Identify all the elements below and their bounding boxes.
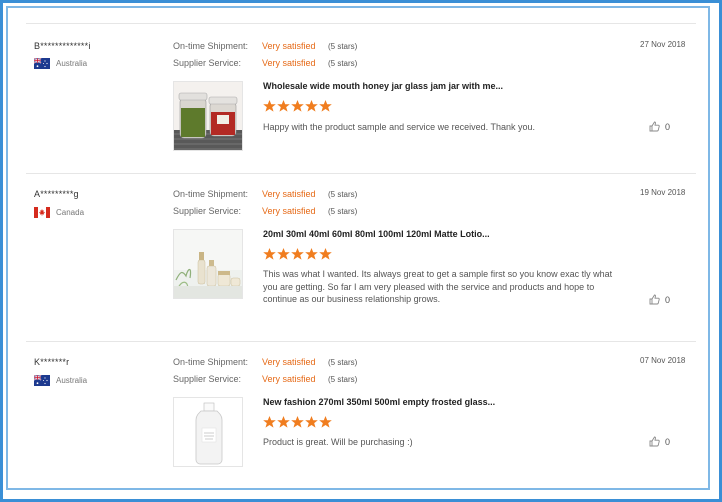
- supplier-rating: Very satisfied: [262, 206, 316, 216]
- ontime-label: On-time Shipment:: [173, 41, 249, 51]
- lotion-bottle-product-image: [174, 230, 242, 298]
- review-stars: [263, 248, 333, 260]
- star-icon: [277, 100, 290, 112]
- review-comment: Happy with the product sample and servic…: [263, 122, 535, 132]
- star-icon: [305, 416, 318, 428]
- like-count: 0: [665, 294, 671, 305]
- product-title[interactable]: 20ml 30ml 40ml 60ml 80ml 100ml 120ml Mat…: [263, 229, 490, 239]
- thumbs-up-icon: [649, 294, 660, 305]
- review-comment: This was what I wanted. Its always great…: [263, 269, 613, 304]
- product-thumbnail[interactable]: [173, 229, 243, 299]
- australia-flag-icon: [34, 375, 50, 386]
- supplier-stars-count: (5 stars): [328, 207, 358, 216]
- buyer-country: Canada: [34, 207, 84, 218]
- supplier-label: Supplier Service:: [173, 58, 242, 68]
- ontime-label: On-time Shipment:: [173, 357, 249, 367]
- product-thumbnail[interactable]: [173, 81, 243, 151]
- supplier-stars-count: (5 stars): [328, 375, 358, 384]
- star-icon: [291, 100, 304, 112]
- review-stars: [263, 100, 333, 112]
- buyer-country: Australia: [34, 58, 87, 69]
- row-divider: [26, 173, 696, 174]
- review-comment: Product is great. Will be purchasing :): [263, 437, 413, 447]
- screenshot-frame-inner: [6, 6, 710, 490]
- ontime-stars-count: (5 stars): [328, 358, 358, 367]
- star-icon: [319, 100, 332, 112]
- ontime-rating: Very satisfied: [262, 189, 316, 199]
- country-name: Australia: [56, 59, 88, 68]
- star-icon: [263, 416, 276, 428]
- product-title[interactable]: New fashion 270ml 350ml 500ml empty fros…: [263, 397, 495, 407]
- buyer-country: Australia: [34, 375, 87, 386]
- star-icon: [305, 248, 318, 260]
- supplier-label: Supplier Service:: [173, 206, 242, 216]
- product-thumbnail[interactable]: [173, 397, 243, 467]
- frosted-glass-bottle-product-image: [174, 398, 242, 466]
- review-stars: [263, 416, 333, 428]
- australia-flag-icon: [34, 58, 50, 69]
- review-date: 27 Nov 2018: [640, 40, 686, 49]
- star-icon: [277, 416, 290, 428]
- ontime-stars-count: (5 stars): [328, 190, 358, 199]
- star-icon: [319, 248, 332, 260]
- supplier-rating: Very satisfied: [262, 374, 316, 384]
- star-icon: [263, 248, 276, 260]
- country-name: Canada: [56, 208, 85, 217]
- canada-flag-icon: [34, 207, 50, 218]
- like-count: 0: [665, 436, 671, 447]
- supplier-label: Supplier Service:: [173, 374, 242, 384]
- ontime-label: On-time Shipment:: [173, 189, 249, 199]
- review-date: 07 Nov 2018: [640, 356, 686, 365]
- supplier-stars-count: (5 stars): [328, 59, 358, 68]
- review-date: 19 Nov 2018: [640, 188, 686, 197]
- star-icon: [277, 248, 290, 260]
- star-icon: [291, 248, 304, 260]
- country-name: Australia: [56, 376, 88, 385]
- row-divider: [26, 341, 696, 342]
- thumbs-up-icon: [649, 436, 660, 447]
- like-count: 0: [665, 121, 671, 132]
- ontime-rating: Very satisfied: [262, 357, 316, 367]
- buyer-name: A*********g: [34, 189, 79, 199]
- ontime-stars-count: (5 stars): [328, 42, 358, 51]
- product-title[interactable]: Wholesale wide mouth honey jar glass jam…: [263, 81, 503, 91]
- star-icon: [263, 100, 276, 112]
- buyer-name: K*******r: [34, 357, 70, 367]
- buyer-name: B*************i: [34, 41, 91, 51]
- top-divider: [26, 23, 696, 24]
- supplier-rating: Very satisfied: [262, 58, 316, 68]
- like-button[interactable]: 0: [649, 121, 670, 132]
- like-button[interactable]: 0: [649, 436, 670, 447]
- star-icon: [319, 416, 332, 428]
- ontime-rating: Very satisfied: [262, 41, 316, 51]
- star-icon: [305, 100, 318, 112]
- like-button[interactable]: 0: [649, 294, 670, 305]
- thumbs-up-icon: [649, 121, 660, 132]
- honey-jar-product-image: [174, 82, 242, 150]
- star-icon: [291, 416, 304, 428]
